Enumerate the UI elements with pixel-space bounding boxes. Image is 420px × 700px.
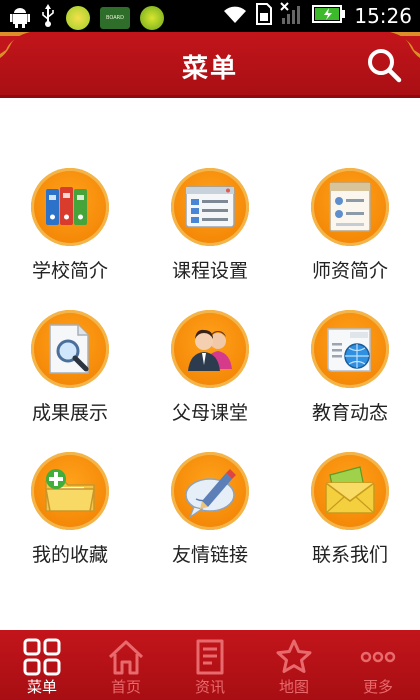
star-icon [276,639,312,673]
keyboard-test-app-icon: BOARD TEST [100,7,130,43]
battery-icon [312,4,346,28]
menu-item-icon-circle [171,168,249,246]
tab-menu[interactable]: 菜单 [0,630,84,700]
top-app-bar: 菜单 [0,32,420,98]
tab-label: 资讯 [194,678,225,696]
menu-item-label: 学校简介 [31,260,108,282]
menu-item-icon-circle [171,310,249,388]
tab-label: 菜单 [26,678,57,696]
menu-item-icon-circle [31,310,109,388]
menu-item-education-news[interactable]: 教育动态 [280,310,420,425]
profile-document-icon [329,182,371,232]
tab-more[interactable]: 更多 [336,630,420,700]
signal-icon [280,2,304,30]
menu-item-icon-circle [311,452,389,530]
binders-icon [46,187,87,225]
home-icon [108,640,144,675]
tab-label: 首页 [110,678,141,696]
menu-item-parents-class[interactable]: 父母课堂 [140,310,280,425]
system-indicators: 15:26 [222,2,412,30]
menu-item-label: 成果展示 [31,402,108,424]
menu-item-label: 教育动态 [311,402,388,424]
app-icon-2 [140,6,164,30]
menu-item-icon-circle [31,452,109,530]
menu-item-label: 友情链接 [171,544,248,566]
menu-item-icon-circle [311,310,389,388]
folder-add-icon [45,469,95,512]
menu-item-label: 我的收藏 [31,544,108,566]
android-debug-icon [10,4,30,32]
pen-bubble-icon [185,469,236,519]
usb-icon [40,4,56,32]
envelope-icon [325,466,375,514]
corner-ornament-left-icon [0,32,30,58]
app-icon-1 [66,6,90,30]
corner-ornament-right-icon [390,32,420,58]
menu-item-course-settings[interactable]: 课程设置 [140,168,280,283]
notification-icons: BOARD TEST [10,4,164,43]
more-icon [360,651,396,663]
menu-item-school-intro[interactable]: 学校简介 [0,168,140,283]
grid-icon [23,638,61,676]
tab-home[interactable]: 首页 [84,630,168,700]
menu-item-faculty-intro[interactable]: 师资简介 [280,168,420,283]
parents-icon [188,329,232,371]
tab-news[interactable]: 资讯 [168,630,252,700]
sim-icon [256,3,273,29]
news-icon [196,639,224,675]
bottom-tab-bar: 菜单 首页 资讯 地图 更多 [0,630,420,700]
page-title: 菜单 [181,54,238,84]
menu-item-achievements[interactable]: 成果展示 [0,310,140,425]
tab-map[interactable]: 地图 [252,630,336,700]
menu-item-icon-circle [311,168,389,246]
menu-item-label: 师资简介 [311,260,388,282]
list-window-icon [185,186,235,228]
menu-item-icon-circle [31,168,109,246]
wifi-icon [222,3,248,29]
clock: 15:26 [354,4,412,28]
tab-label: 更多 [362,678,393,696]
menu-item-label: 课程设置 [171,260,248,282]
status-bar: BOARD TEST 15:26 [0,0,420,43]
menu-item-my-favorites[interactable]: 我的收藏 [0,452,140,567]
menu-item-icon-circle [171,452,249,530]
tab-label: 地图 [278,678,309,696]
menu-item-label: 联系我们 [311,544,388,566]
magnifier-document-icon [49,324,89,374]
menu-item-label: 父母课堂 [171,402,248,424]
news-globe-icon [327,328,371,372]
menu-item-contact-us[interactable]: 联系我们 [280,452,420,567]
menu-item-friendly-links[interactable]: 友情链接 [140,452,280,567]
